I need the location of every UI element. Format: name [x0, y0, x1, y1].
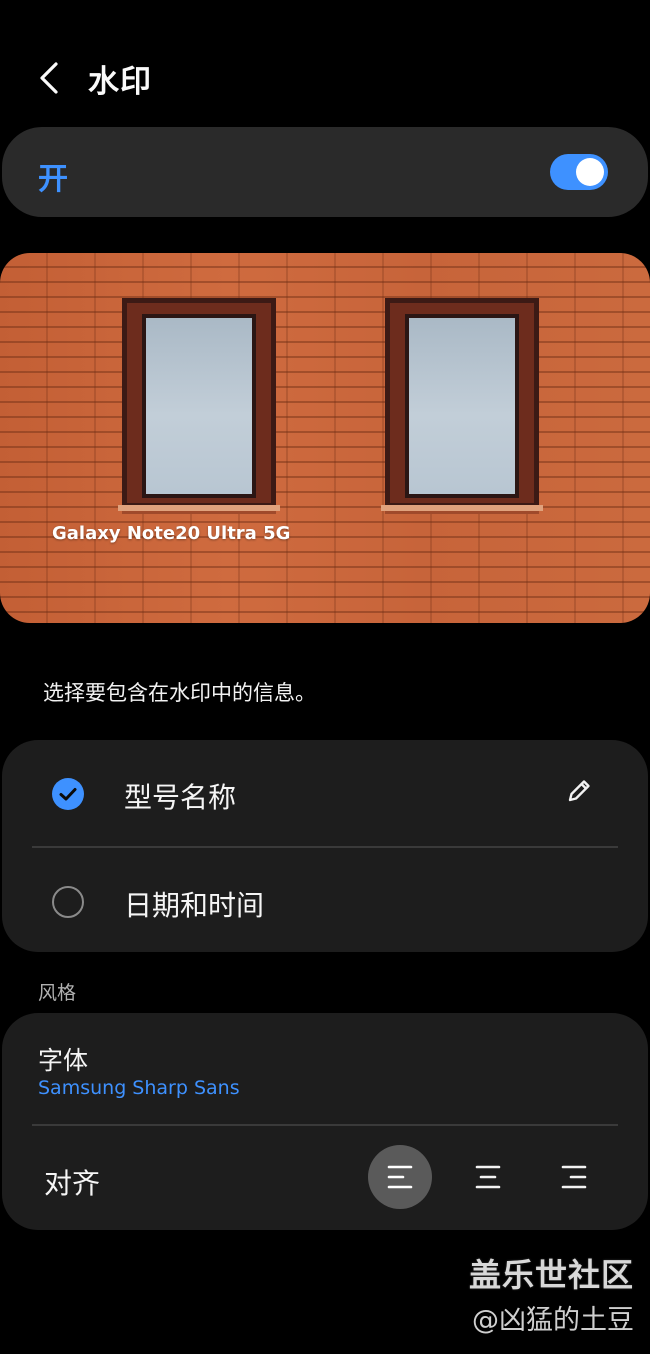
option-label: 型号名称: [124, 781, 237, 814]
author-watermark: @凶猛的土豆: [472, 1305, 634, 1336]
master-toggle[interactable]: [550, 154, 608, 190]
font-setting-row[interactable]: 字体 Samsung Sharp Sans: [2, 1013, 648, 1123]
watermark-preview-image: Galaxy Note20 Ultra 5G: [0, 253, 650, 623]
font-label: 字体: [38, 1046, 89, 1075]
watermark-info-options: 型号名称 日期和时间: [2, 740, 648, 952]
checkmark-icon: [59, 788, 77, 801]
checkbox-checked[interactable]: [52, 778, 84, 810]
description-text: 选择要包含在水印中的信息。: [43, 681, 316, 705]
align-left-icon: [387, 1165, 413, 1189]
master-switch-label: 开: [38, 162, 68, 197]
font-value: Samsung Sharp Sans: [38, 1077, 240, 1099]
align-center-icon: [475, 1165, 501, 1189]
align-right-icon: [561, 1165, 587, 1189]
community-watermark: 盖乐世社区: [468, 1256, 634, 1294]
style-settings-card: 字体 Samsung Sharp Sans 对齐: [2, 1013, 648, 1230]
toggle-knob: [576, 158, 604, 186]
preview-watermark-text: Galaxy Note20 Ultra 5G: [52, 523, 291, 544]
checkbox-unchecked[interactable]: [52, 886, 84, 918]
page-title: 水印: [88, 64, 152, 100]
style-section-header: 风格: [38, 982, 77, 1004]
app-bar: 水印: [0, 50, 650, 106]
back-button[interactable]: [28, 54, 72, 102]
alignment-label: 对齐: [44, 1167, 101, 1200]
building-window-left: [122, 298, 276, 508]
align-center-button[interactable]: [456, 1145, 520, 1209]
align-left-button[interactable]: [368, 1145, 432, 1209]
edit-model-name-button[interactable]: [562, 774, 596, 808]
option-date-time[interactable]: 日期和时间: [2, 848, 648, 954]
alignment-setting-row: 对齐: [2, 1126, 648, 1230]
align-right-button[interactable]: [542, 1145, 606, 1209]
option-label: 日期和时间: [124, 889, 265, 922]
master-switch-row[interactable]: 开: [2, 127, 648, 217]
chevron-left-icon: [40, 62, 58, 94]
pencil-icon: [568, 780, 590, 802]
building-window-right: [385, 298, 539, 508]
option-model-name[interactable]: 型号名称: [2, 740, 648, 846]
watermark-settings-screen: 水印 开 Galaxy Note20 Ultra 5G 选择要包含在水印中的信息…: [0, 0, 650, 1354]
